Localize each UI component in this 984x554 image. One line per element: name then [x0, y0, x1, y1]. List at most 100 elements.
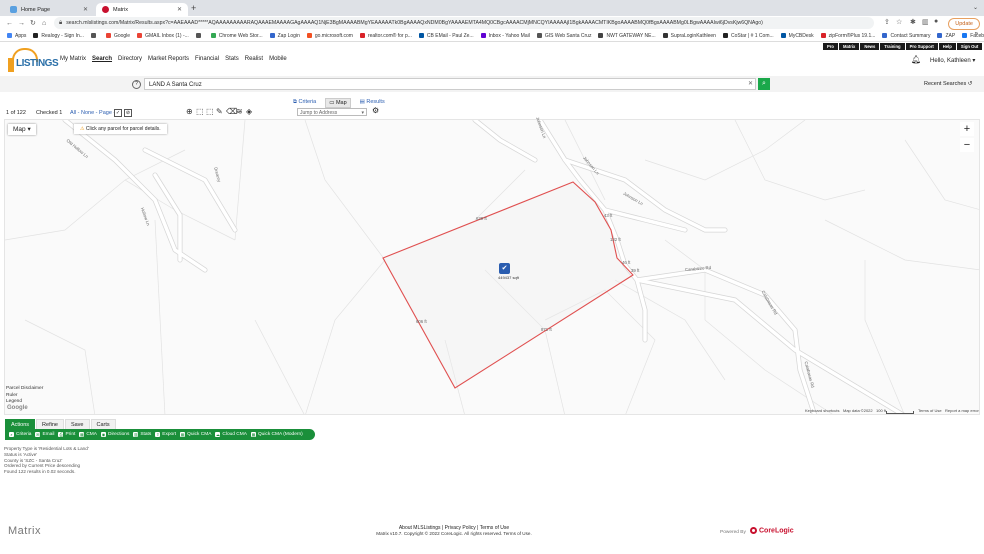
bookmark-item[interactable]: zipForm®Plus 19.1... [820, 33, 875, 39]
bookmark-item[interactable]: ZAP [937, 33, 955, 39]
url-bar[interactable]: 🔒︎ search.mlslistings.com/Matrix/Results… [54, 17, 874, 29]
bookmark-label: SupraLoginKathleen [670, 32, 716, 39]
user-menu[interactable]: Hello, Kathleen ▾ [930, 57, 975, 64]
gear-icon[interactable]: ⚙ [372, 106, 379, 115]
parcel-marker-icon[interactable]: ✔ [499, 263, 510, 274]
tab-criteria[interactable]: ⧉ Criteria [290, 98, 319, 108]
nav-directory[interactable]: Directory [118, 56, 142, 62]
top-link-help[interactable]: Help [938, 43, 956, 50]
close-icon[interactable]: ✕ [83, 6, 88, 13]
new-tab-button[interactable]: + [191, 3, 196, 13]
action-cloud-cma[interactable]: ☁ Cloud CMA [215, 432, 247, 437]
jump-to-address-select[interactable]: Jump to Address ▾ [297, 108, 367, 116]
nav-my-matrix[interactable]: My Matrix [60, 56, 86, 62]
nav-realist[interactable]: Realist [245, 56, 263, 62]
bookmark-item[interactable]: SupraLoginKathleen [662, 32, 716, 39]
action-criteria[interactable]: ⌕ Criteria [9, 432, 31, 437]
check-all-icon[interactable]: ✓ [114, 109, 122, 117]
clear-search-icon[interactable]: ✕ [748, 80, 753, 87]
bookmark-item[interactable]: CoStar | # 1 Com... [722, 33, 774, 39]
bell-icon[interactable]: 🔔︎ [911, 55, 921, 64]
bookmark-item[interactable] [195, 33, 204, 38]
bookmark-item[interactable] [90, 33, 99, 38]
star-icon[interactable]: ☆ [896, 18, 902, 26]
layers-alt-icon[interactable]: ◈ [246, 107, 252, 116]
forward-icon[interactable]: → [18, 20, 25, 27]
tab-map[interactable]: ▭ Map [325, 98, 351, 108]
bookmark-item[interactable]: NWT GATEWAY NE... [598, 33, 656, 39]
top-link-news[interactable]: News [860, 43, 880, 50]
back-icon[interactable]: ← [6, 20, 13, 27]
action-quick-cma[interactable]: ▦ Quick CMA [180, 432, 211, 437]
bookmark-item[interactable]: Inbox - Yahoo Mail [480, 33, 530, 39]
selected-parcel-outline[interactable] [382, 181, 634, 389]
action-quick-cma-modern[interactable]: ▦ Quick CMA (Modern) [250, 432, 303, 437]
bookmark-item[interactable]: Facebook [962, 33, 984, 39]
report-map-error-link[interactable]: Report a map error [945, 408, 979, 413]
scale-label[interactable]: 100 ft [876, 408, 886, 413]
bookmark-item[interactable]: CB EMail - Paul Ze... [418, 33, 474, 39]
sidebar-icon[interactable]: ▥ [922, 18, 929, 26]
bookmark-item[interactable]: GMAIL Inbox (1) -... [137, 33, 189, 39]
action-email[interactable]: ✉ Email [35, 432, 54, 437]
top-link-pro[interactable]: Pro [823, 43, 838, 50]
nav-mobile[interactable]: Mobile [269, 56, 287, 62]
nav-stats[interactable]: Stats [225, 56, 239, 62]
select-links[interactable]: All - None - Page - [70, 110, 115, 116]
extensions-icon[interactable]: ✱ [910, 18, 916, 26]
zoom-in-button[interactable]: + [960, 122, 974, 136]
help-icon[interactable]: ? [132, 80, 141, 89]
pencil-icon[interactable]: ✎ [216, 107, 223, 116]
update-button[interactable]: Update [948, 18, 980, 30]
url-text[interactable]: search.mlslistings.com/Matrix/Results.as… [66, 20, 846, 26]
action-print[interactable]: ⎙ Print [58, 432, 75, 437]
chevron-down-icon[interactable]: ⌄ [973, 4, 978, 11]
action-cma[interactable]: ▦ CMA [79, 432, 97, 437]
action-export[interactable]: ⇪ Export [155, 432, 176, 437]
zoom-out-button[interactable]: − [960, 138, 974, 152]
more-bookmarks-icon[interactable]: » [975, 31, 978, 37]
info-icon: ⚠ [80, 126, 85, 132]
bookmark-item[interactable]: go.microsoft.com [306, 33, 353, 39]
uncheck-icon[interactable]: ⊘ [124, 109, 132, 117]
top-link-pro-support[interactable]: Pro Support [905, 43, 938, 50]
mlslistings-logo[interactable]: LISTINGS [8, 46, 59, 74]
search-input[interactable]: LAND A Santa Cruz [144, 78, 756, 90]
search-button[interactable]: ⌕ [758, 78, 770, 90]
bookmark-item[interactable]: Contact Summary [882, 33, 930, 39]
top-link-matrix[interactable]: Matrix [838, 43, 860, 50]
keyboard-shortcuts-link[interactable]: Keyboard shortcuts [805, 408, 839, 413]
parcel-disclaimer-link[interactable]: Parcel Disclaimer [6, 386, 43, 393]
action-directions[interactable]: ◉ Directions [101, 432, 129, 437]
terms-link[interactable]: Terms of Use [918, 408, 942, 413]
crosshair-icon[interactable]: ⊕ [186, 107, 193, 116]
action-stats[interactable]: ▥ Stats [133, 432, 151, 437]
top-link-sign-out[interactable]: Sign Out [956, 43, 983, 50]
nav-search[interactable]: Search [92, 56, 112, 62]
rectangle-select-icon[interactable]: ⬚ [196, 107, 204, 116]
layers-icon[interactable]: ≋ [236, 107, 243, 116]
polygon-select-icon[interactable]: ⬚ [206, 107, 214, 116]
bookmark-item[interactable]: Apps [7, 33, 26, 39]
action-icon: ⇪ [155, 432, 161, 437]
reload-icon[interactable]: ↻ [30, 19, 36, 27]
profile-avatar-icon[interactable]: ● [934, 18, 938, 25]
parcel-map[interactable] [4, 119, 980, 415]
bookmark-item[interactable]: realtor.com® for p... [359, 33, 412, 39]
nav-market-reports[interactable]: Market Reports [148, 56, 189, 62]
bookmark-item[interactable]: Chrome Web Stor... [210, 33, 263, 39]
bookmark-item[interactable]: GIS Web Santa Cruz [536, 33, 591, 39]
nav-financial[interactable]: Financial [195, 56, 219, 62]
map-type-dropdown[interactable]: Map ▾ [8, 124, 36, 135]
close-icon[interactable]: ✕ [177, 6, 182, 13]
home-icon[interactable]: ⌂ [42, 20, 48, 27]
bookmark-item[interactable]: MyCBDesk [780, 33, 814, 39]
bookmark-item[interactable]: Google [105, 33, 130, 39]
tab-home-page[interactable]: Home Page ✕ [4, 3, 94, 16]
top-link-training[interactable]: Training [880, 43, 905, 50]
recent-searches-link[interactable]: Recent Searches ↺ [924, 81, 972, 87]
bookmark-item[interactable]: Zap Login [269, 33, 300, 39]
tab-matrix[interactable]: Matrix ✕ [96, 3, 188, 16]
share-icon[interactable]: ⇪ [884, 18, 890, 26]
bookmark-item[interactable]: Realogy - Sign In... [33, 33, 84, 39]
